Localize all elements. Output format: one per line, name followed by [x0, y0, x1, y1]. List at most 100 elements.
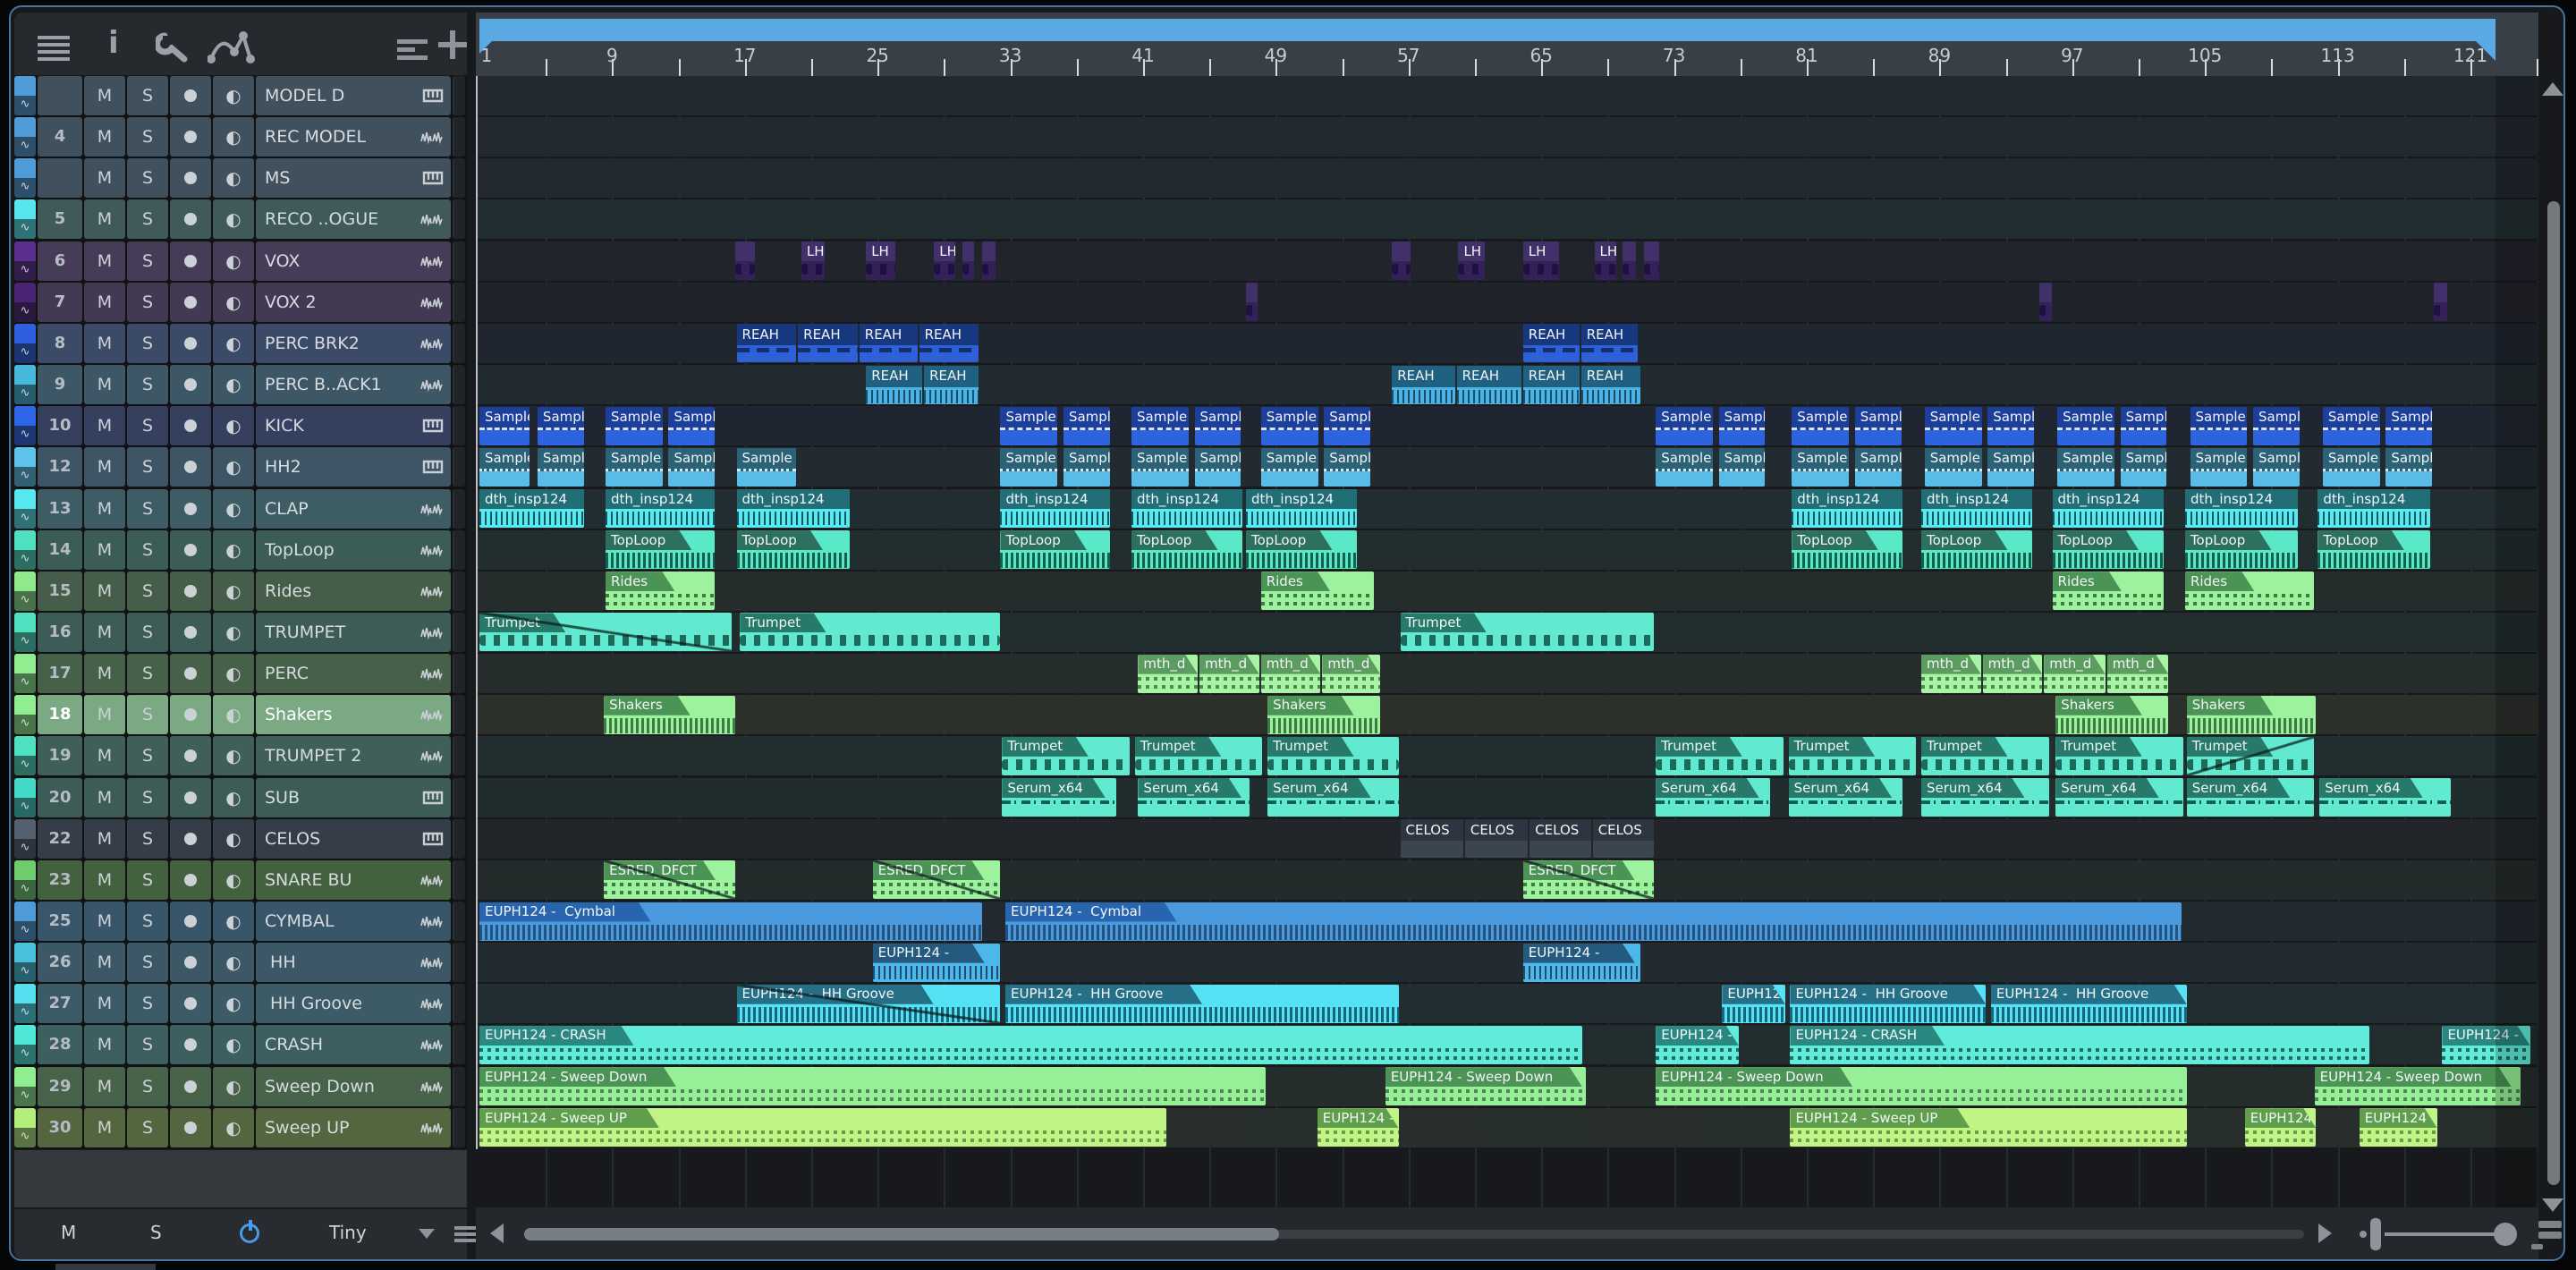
- audio-clip[interactable]: Sample: [1718, 406, 1766, 445]
- solo-button-hh2[interactable]: S: [127, 447, 168, 487]
- lane-ms[interactable]: [476, 158, 2538, 199]
- track-name-celos[interactable]: CELOS: [256, 818, 451, 859]
- scroll-down-icon[interactable]: [2542, 1198, 2563, 1212]
- solo-button-perc[interactable]: S: [127, 654, 168, 694]
- record-arm-button-shakers[interactable]: [170, 695, 211, 735]
- audio-clip[interactable]: LH: [1594, 241, 1616, 281]
- solo-button-clap[interactable]: S: [127, 488, 168, 529]
- audio-clip[interactable]: Sample: [2252, 447, 2300, 487]
- monitor-button-shakers[interactable]: ◐: [213, 695, 254, 735]
- audio-clip[interactable]: Sample: [1792, 406, 1850, 445]
- solo-button-sweep-down[interactable]: S: [127, 1066, 168, 1106]
- audio-clip[interactable]: EUPH124 - CRASH: [1790, 1025, 2369, 1064]
- track-name-clap[interactable]: CLAP: [256, 488, 451, 529]
- track-expand-strip[interactable]: [453, 117, 465, 157]
- mute-button-clap[interactable]: M: [84, 488, 125, 529]
- audio-clip[interactable]: Sample: [479, 447, 530, 487]
- audio-clip[interactable]: ESRED_DFCT: [872, 860, 1001, 900]
- mute-button-perc-b-ack1[interactable]: M: [84, 365, 125, 405]
- audio-clip[interactable]: TopLoop: [2052, 530, 2164, 570]
- audio-clip[interactable]: Sample: [1718, 447, 1766, 487]
- audio-clip[interactable]: REAH: [1522, 324, 1580, 363]
- audio-clip[interactable]: REAH: [919, 324, 979, 363]
- track-expand-strip[interactable]: [453, 984, 465, 1024]
- track-expand-strip[interactable]: [453, 1066, 465, 1106]
- audio-clip[interactable]: Trumpet: [1400, 613, 1655, 652]
- solo-button-vox-2[interactable]: S: [127, 282, 168, 322]
- audio-clip[interactable]: Trumpet: [1002, 736, 1130, 775]
- mute-button-model-d[interactable]: M: [84, 76, 125, 115]
- audio-clip[interactable]: Sample: [1924, 447, 1982, 487]
- audio-clip[interactable]: Rides: [2184, 572, 2315, 611]
- record-arm-button-trumpet-2[interactable]: [170, 736, 211, 776]
- audio-clip[interactable]: Sample: [736, 447, 797, 487]
- info-icon[interactable]: i: [108, 25, 119, 61]
- zoom-out-dot-icon[interactable]: [2360, 1231, 2367, 1238]
- audio-clip[interactable]: EUPH124 - Sweep UP: [1317, 1108, 1399, 1147]
- audio-clip[interactable]: Trumpet: [1267, 736, 1399, 775]
- audio-clip[interactable]: LH: [1458, 241, 1485, 281]
- audio-clip[interactable]: LH: [934, 241, 956, 281]
- audio-clip[interactable]: [1623, 241, 1636, 281]
- audio-clip[interactable]: TopLoop: [605, 530, 716, 570]
- track-list-options-icon[interactable]: [397, 36, 428, 64]
- audio-clip[interactable]: Sample: [2385, 447, 2433, 487]
- audio-clip[interactable]: TopLoop: [1920, 530, 2033, 570]
- audio-clip[interactable]: [962, 241, 974, 281]
- record-arm-button-ms[interactable]: [170, 158, 211, 199]
- audio-clip[interactable]: dth_insp124: [2052, 489, 2164, 528]
- mute-button-sub[interactable]: M: [84, 777, 125, 817]
- lane-perc[interactable]: [476, 654, 2538, 694]
- audio-clip[interactable]: EUPH124 - HH Groove: [1005, 984, 1399, 1023]
- track-expand-strip[interactable]: [453, 447, 465, 487]
- audio-clip[interactable]: TopLoop: [2318, 530, 2431, 570]
- track-name-hh2[interactable]: HH2: [256, 447, 451, 487]
- record-arm-button-hh-groove[interactable]: [170, 984, 211, 1024]
- audio-clip[interactable]: mth_d: [1260, 654, 1321, 693]
- audio-clip[interactable]: [2434, 283, 2447, 322]
- track-name-trumpet-2[interactable]: TRUMPET 2: [256, 736, 451, 776]
- mute-button-hh2[interactable]: M: [84, 447, 125, 487]
- audio-clip[interactable]: REAH: [1580, 324, 1638, 363]
- audio-clip[interactable]: mth_d: [2044, 654, 2106, 693]
- solo-button-trumpet-2[interactable]: S: [127, 736, 168, 776]
- audio-clip[interactable]: Trumpet: [479, 613, 732, 652]
- record-arm-button-vox[interactable]: [170, 241, 211, 281]
- track-name-cymbal[interactable]: CYMBAL: [256, 902, 451, 941]
- audio-clip[interactable]: CELOS: [1400, 819, 1463, 859]
- track-name-hh[interactable]: HH: [256, 943, 451, 983]
- solo-button-reco-ogue[interactable]: S: [127, 199, 168, 240]
- record-arm-button-model-d[interactable]: [170, 76, 211, 115]
- track-name-model-d[interactable]: MODEL D: [256, 76, 451, 115]
- audio-clip[interactable]: Trumpet: [1134, 736, 1263, 775]
- track-expand-strip[interactable]: [453, 736, 465, 776]
- horizontal-scrollbar-thumb[interactable]: [524, 1228, 1279, 1240]
- mute-button-sweep-down[interactable]: M: [84, 1066, 125, 1106]
- audio-clip[interactable]: Sample: [1854, 447, 1902, 487]
- audio-clip[interactable]: Sample: [1324, 447, 1370, 487]
- audio-clip[interactable]: dth_insp124: [605, 489, 716, 528]
- audio-clip[interactable]: CELOS: [1592, 819, 1655, 859]
- audio-clip[interactable]: Rides: [2052, 572, 2164, 611]
- mute-button-ms[interactable]: M: [84, 158, 125, 199]
- solo-button-perc-b-ack1[interactable]: S: [127, 365, 168, 405]
- audio-clip[interactable]: mth_d: [1199, 654, 1259, 693]
- solo-button-toploop[interactable]: S: [127, 529, 168, 570]
- mute-button-shakers[interactable]: M: [84, 695, 125, 735]
- audio-clip[interactable]: mth_d: [1920, 654, 1981, 693]
- audio-clip[interactable]: REAH: [1392, 365, 1455, 404]
- record-arm-button-rides[interactable]: [170, 571, 211, 611]
- mute-button-kick[interactable]: M: [84, 406, 125, 446]
- audio-clip[interactable]: Sample: [668, 447, 716, 487]
- audio-clip[interactable]: Sample: [1987, 406, 2034, 445]
- solo-button-vox[interactable]: S: [127, 241, 168, 281]
- audio-clip[interactable]: EUPH124 - Sweep Down: [2314, 1067, 2521, 1106]
- mute-button-hh[interactable]: M: [84, 943, 125, 983]
- audio-clip[interactable]: EUPH124 - Sweep Down: [479, 1067, 1267, 1106]
- record-arm-button-hh2[interactable]: [170, 447, 211, 487]
- mute-button-perc[interactable]: M: [84, 654, 125, 694]
- mute-button-cymbal[interactable]: M: [84, 902, 125, 941]
- audio-clip[interactable]: Sample: [1656, 447, 1714, 487]
- solo-button-snare-bu[interactable]: S: [127, 859, 168, 900]
- monitor-button-clap[interactable]: ◐: [213, 488, 254, 529]
